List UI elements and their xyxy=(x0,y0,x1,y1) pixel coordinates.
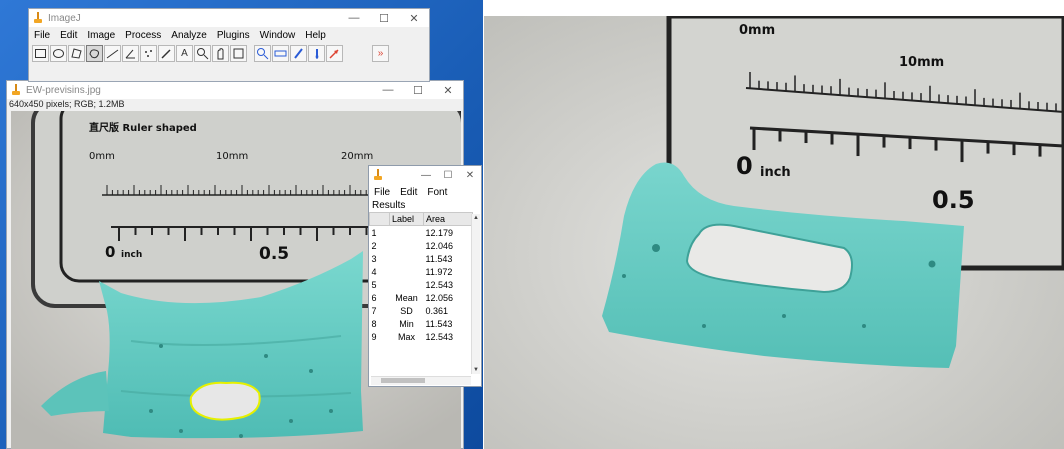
freehand-tool-icon[interactable] xyxy=(86,45,103,62)
imagej-icon xyxy=(12,84,20,95)
close-button[interactable]: ✕ xyxy=(399,9,429,27)
table-row[interactable]: 4 11.972 xyxy=(370,265,473,278)
ruler-caption: 直尺版 Ruler shaped xyxy=(89,121,197,134)
maximize-button[interactable]: ☐ xyxy=(403,81,433,99)
ruler-mm-zero: 0mm xyxy=(89,151,115,162)
results-menu-file[interactable]: File xyxy=(369,187,395,198)
imagej-main-window[interactable]: ImageJ — ☐ ✕ File Edit Image Process Ana… xyxy=(28,8,430,82)
arrow-tool-icon[interactable] xyxy=(326,45,343,62)
column-header-area[interactable]: Area xyxy=(423,212,473,226)
ruler-inch-half: 0.5 xyxy=(259,244,289,264)
table-row[interactable]: 2 12.046 xyxy=(370,239,473,252)
brush-tool-icon[interactable] xyxy=(308,45,325,62)
closeup-photo: 0mm 10mm 0 inch 0.5 xyxy=(484,16,1064,449)
closeup-inch-half: 0.5 xyxy=(932,186,975,214)
imagej-icon xyxy=(374,169,382,180)
column-header-index[interactable] xyxy=(369,212,390,226)
menu-plugins[interactable]: Plugins xyxy=(212,30,255,41)
wand-tool-icon[interactable] xyxy=(158,45,175,62)
menu-process[interactable]: Process xyxy=(120,30,166,41)
line-tool-icon[interactable] xyxy=(104,45,121,62)
results-vertical-scrollbar[interactable]: ▲ ▼ xyxy=(471,214,480,374)
maximize-button[interactable]: ☐ xyxy=(437,166,459,184)
image-window-title: EW-previsins.jpg xyxy=(26,84,101,96)
ruler-mm-ten: 10mm xyxy=(216,151,248,162)
close-button[interactable]: ✕ xyxy=(459,166,481,184)
table-row[interactable]: 9 Max 12.543 xyxy=(370,330,473,343)
dropper-tool-icon[interactable] xyxy=(230,45,247,62)
ruler-mm-twenty: 20mm xyxy=(341,151,373,162)
closeup-inch-word: inch xyxy=(760,165,791,180)
scroll-down-icon[interactable]: ▼ xyxy=(472,366,480,374)
closeup-photo-image: 0mm 10mm 0 inch 0.5 xyxy=(484,16,1064,449)
results-horizontal-scrollbar[interactable] xyxy=(371,376,471,385)
imagej-toolbar: A » xyxy=(29,43,429,64)
ruler-inch-word: inch xyxy=(121,250,142,260)
menu-image[interactable]: Image xyxy=(82,30,120,41)
angle-tool-icon[interactable] xyxy=(122,45,139,62)
imagej-menubar: File Edit Image Process Analyze Plugins … xyxy=(29,27,429,43)
image-info: 640x450 pixels; RGB; 1.2MB xyxy=(9,99,125,109)
menu-analyze[interactable]: Analyze xyxy=(166,30,212,41)
scrollbar-thumb[interactable] xyxy=(381,378,425,383)
table-row[interactable]: 8 Min 11.543 xyxy=(370,317,473,330)
polygon-tool-icon[interactable] xyxy=(68,45,85,62)
desktop-background: EW-previsins.jpg — ☐ ✕ 640x450 pixels; R… xyxy=(0,0,483,449)
scroll-up-icon[interactable]: ▲ xyxy=(472,214,480,222)
imagej-titlebar[interactable]: ImageJ — ☐ ✕ xyxy=(29,9,429,27)
table-row[interactable]: 7 SD 0.361 xyxy=(370,304,473,317)
results-menu-edit[interactable]: Edit xyxy=(395,187,422,198)
imagej-icon xyxy=(34,12,42,23)
minimize-button[interactable]: — xyxy=(339,9,369,27)
minimize-button[interactable]: — xyxy=(373,81,403,99)
table-row[interactable]: 1 12.179 xyxy=(370,226,473,240)
pencil-tool-icon[interactable] xyxy=(290,45,307,62)
menu-edit[interactable]: Edit xyxy=(55,30,82,41)
menu-window[interactable]: Window xyxy=(255,30,301,41)
magnifier-tool-icon[interactable] xyxy=(194,45,211,62)
table-row[interactable]: 3 11.543 xyxy=(370,252,473,265)
results-titlebar[interactable]: — ☐ ✕ xyxy=(369,166,481,184)
more-tools-icon[interactable]: » xyxy=(372,45,389,62)
menu-file[interactable]: File xyxy=(29,30,55,41)
table-row[interactable]: 6 Mean 12.056 xyxy=(370,291,473,304)
table-row[interactable]: 5 12.543 xyxy=(370,278,473,291)
ruler-inch-zero: 0 xyxy=(105,243,115,261)
lut-tool-icon[interactable] xyxy=(272,45,289,62)
text-tool-icon[interactable]: A xyxy=(176,45,193,62)
closeup-mm-zero: 0mm xyxy=(739,23,775,38)
results-table[interactable]: Label Area 1 12.179 2 12.046 3 11.543 4 11.9… xyxy=(369,212,473,343)
column-header-label[interactable]: Label xyxy=(389,212,424,226)
hole-selection[interactable] xyxy=(189,381,261,421)
zoom-tool-icon[interactable] xyxy=(254,45,271,62)
oval-tool-icon[interactable] xyxy=(50,45,67,62)
rectangle-tool-icon[interactable] xyxy=(32,45,49,62)
imagej-title: ImageJ xyxy=(48,12,81,24)
image-window-titlebar[interactable]: EW-previsins.jpg — ☐ ✕ xyxy=(7,81,463,99)
results-subtitle: Results xyxy=(372,200,406,211)
results-window[interactable]: — ☐ ✕ File Edit Font Results Label Area … xyxy=(368,165,482,387)
menu-help[interactable]: Help xyxy=(300,30,331,41)
maximize-button[interactable]: ☐ xyxy=(369,9,399,27)
results-menu-font[interactable]: Font xyxy=(422,187,452,198)
point-tool-icon[interactable] xyxy=(140,45,157,62)
minimize-button[interactable]: — xyxy=(415,166,437,184)
closeup-inch-zero: 0 xyxy=(736,152,753,180)
scroll-tool-icon[interactable] xyxy=(212,45,229,62)
results-menubar: File Edit Font xyxy=(369,184,481,200)
closeup-mm-ten: 10mm xyxy=(899,55,944,70)
close-button[interactable]: ✕ xyxy=(433,81,463,99)
